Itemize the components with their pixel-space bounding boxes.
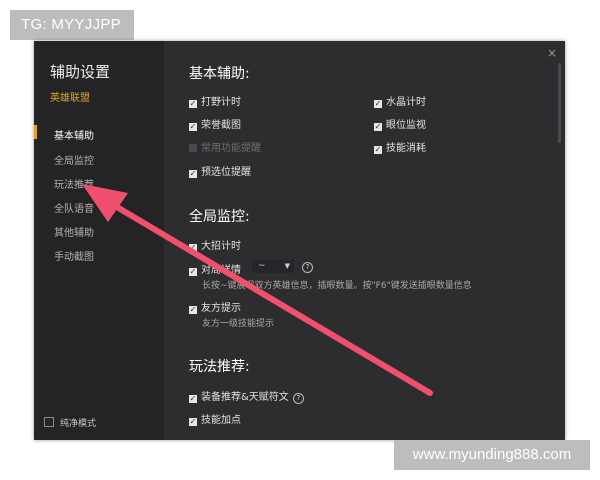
watermark-bottom-right: www.myunding888.com [394,440,590,470]
red-arrow-icon [82,184,433,396]
arrow-head [82,184,128,222]
arrow-shaft [97,194,433,396]
